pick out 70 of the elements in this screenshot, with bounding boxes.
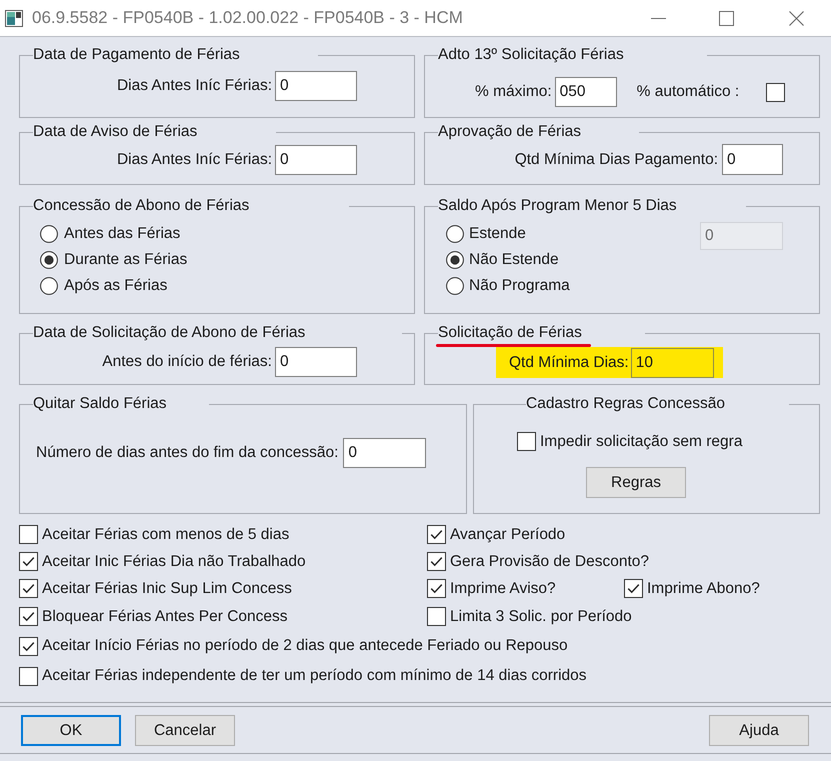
checkbox-label: Aceitar Início Férias no período de 2 dias que antecede Feriado ou Repouso	[42, 637, 568, 655]
checkbox[interactable]	[19, 525, 38, 544]
radio-button[interactable]	[40, 277, 58, 295]
text-field[interactable]: 0	[275, 71, 357, 101]
group-title: Concessão de Abono de Férias	[33, 197, 250, 214]
radio-button[interactable]	[40, 225, 58, 243]
checkbox-label: Avançar Período	[450, 526, 566, 544]
dialog-button[interactable]: OK	[21, 715, 121, 746]
checkbox-label: Bloquear Férias Antes Per Concess	[42, 608, 288, 626]
radio-label: Após as Férias	[64, 277, 168, 295]
checkbox-label: Gera Provisão de Desconto?	[450, 552, 650, 570]
window-title: 06.9.5582 - FP0540B - 1.02.00.022 - FP0540B - 3 - HCM	[32, 8, 463, 28]
field-label: Número de dias antes do fim da concessão:	[36, 444, 338, 462]
group-title: Quitar Saldo Férias	[33, 395, 167, 412]
group-title: Adto 13º Solicitação Férias	[438, 46, 624, 63]
field-label: % máximo:	[475, 83, 552, 101]
field-label: Dias Antes Iníc Férias:	[116, 151, 272, 169]
dialog-button[interactable]: Ajuda	[709, 715, 809, 746]
radio-label: Antes das Férias	[64, 225, 180, 243]
radio-label: Não Estende	[469, 251, 559, 269]
text-field[interactable]: 10	[630, 348, 714, 378]
group-title: Data de Solicitação de Abono de Férias	[33, 324, 306, 341]
radio-button[interactable]	[446, 277, 464, 295]
checkbox-label: Aceitar Férias independente de ter um período com mínimo de 14 dias corridos	[42, 667, 587, 685]
checkbox[interactable]	[19, 607, 38, 626]
checkbox[interactable]	[766, 82, 785, 102]
group-title: Saldo Após Program Menor 5 Dias	[438, 197, 677, 214]
text-field[interactable]: 0	[343, 438, 426, 468]
checkbox-label: Impedir solicitação sem regra	[540, 432, 742, 450]
checkbox[interactable]	[19, 579, 38, 598]
checkbox[interactable]	[624, 579, 643, 598]
group-title: Solicitação de Férias	[438, 324, 582, 341]
field-label: Qtd Mínima Dias:	[509, 354, 629, 372]
checkbox[interactable]	[427, 525, 446, 544]
text-field[interactable]: 050	[554, 77, 617, 107]
group-title: Aprovação de Férias	[438, 123, 582, 140]
radio-label: Não Programa	[469, 277, 570, 295]
checkbox[interactable]	[19, 636, 38, 656]
field-label: Dias Antes Iníc Férias:	[116, 77, 272, 95]
checkbox-label: Imprime Abono?	[647, 580, 760, 598]
field-label: Antes do início de férias:	[102, 353, 272, 371]
field-label: Qtd Mínima Dias Pagamento:	[514, 150, 718, 168]
checkbox[interactable]	[427, 607, 446, 626]
checkbox[interactable]	[517, 432, 536, 451]
checkbox-label: % automático :	[636, 83, 740, 101]
checkbox[interactable]	[19, 666, 38, 686]
group-title: Cadastro Regras Concessão	[526, 395, 726, 412]
radio-label: Estende	[469, 225, 526, 243]
checkbox[interactable]	[19, 552, 38, 571]
checkbox-label: Aceitar Inic Férias Dia não Trabalhado	[42, 552, 306, 570]
checkbox-label: Aceitar Férias Inic Sup Lim Concess	[42, 580, 292, 598]
checkbox[interactable]	[427, 579, 446, 598]
checkbox-label: Limita 3 Solic. por Período	[450, 608, 632, 626]
checkbox-label: Aceitar Férias com menos de 5 dias	[42, 526, 290, 544]
radio-button[interactable]	[446, 225, 464, 243]
text-field[interactable]: 0	[722, 144, 783, 175]
radio-button[interactable]	[40, 251, 58, 269]
radio-label: Durante as Férias	[64, 251, 188, 269]
app-icon	[5, 10, 23, 26]
group-title: Data de Pagamento de Férias	[33, 46, 240, 63]
dialog-button[interactable]: Cancelar	[135, 715, 235, 746]
radio-button[interactable]	[446, 251, 464, 269]
checkbox-label: Imprime Aviso?	[450, 580, 556, 598]
group-title: Data de Aviso de Férias	[33, 123, 198, 140]
text-field[interactable]: 0	[275, 347, 357, 377]
close-icon[interactable]	[789, 10, 804, 26]
checkbox[interactable]	[427, 552, 446, 571]
text-field[interactable]: 0	[275, 145, 357, 175]
rules-button[interactable]: Regras	[586, 467, 686, 498]
maximize-icon[interactable]	[719, 10, 734, 26]
